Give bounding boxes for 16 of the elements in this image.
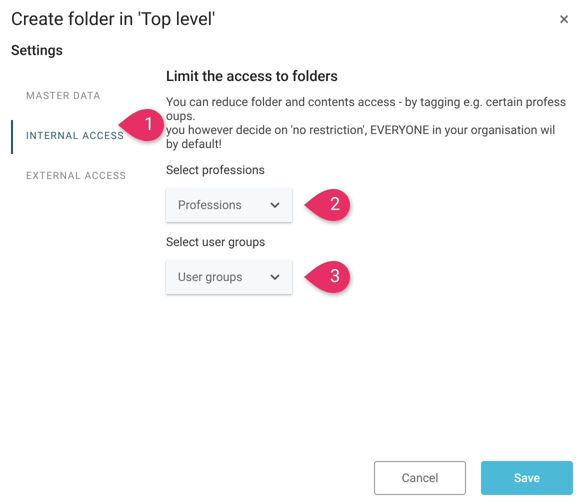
- callout-marker: 3: [302, 259, 350, 295]
- description-text: You can reduce folder and contents access - by tagging e.g. certain profess oups. you however decide on 'no restriction', EVERYONE in your organisation wil by default!: [166, 95, 566, 151]
- dialog-title: Create folder in 'Top level': [11, 8, 216, 30]
- cancel-button[interactable]: Cancel: [374, 461, 466, 495]
- section-heading: Settings: [10, 42, 64, 60]
- sidebar-tab[interactable]: EXTERNAL ACCESS: [11, 167, 126, 187]
- chevron-down-icon: [270, 202, 280, 208]
- field-label: Select user groups: [166, 235, 266, 249]
- close-button[interactable]: ×: [555, 8, 573, 30]
- dropdown[interactable]: Professions: [166, 188, 292, 222]
- chevron-down-icon: [270, 274, 280, 280]
- sidebar-tab[interactable]: MASTER DATA: [11, 87, 101, 107]
- dropdown[interactable]: User groups: [166, 260, 292, 294]
- field-label: Select professions: [166, 163, 266, 177]
- callout-marker: 2: [302, 187, 350, 223]
- content-heading: Limit the access to folders: [166, 68, 339, 85]
